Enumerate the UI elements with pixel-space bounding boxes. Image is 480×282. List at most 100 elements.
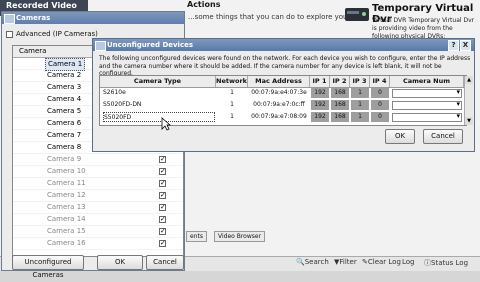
column-header[interactable]: IP 2 (330, 76, 350, 87)
window-icon (95, 41, 106, 51)
unconfigured-cancel-button[interactable]: Cancel (423, 129, 463, 144)
cameras-title-bar[interactable]: Cameras (2, 12, 184, 24)
column-camera: Camera (19, 47, 47, 55)
advanced-label: Advanced (IP Cameras) (16, 30, 98, 38)
cameras-title: Cameras (16, 14, 51, 22)
camera-row[interactable]: Camera 13 (13, 202, 183, 214)
window-icon (4, 14, 15, 24)
network-cell: 1 (230, 101, 234, 108)
column-header[interactable]: IP 4 (370, 76, 390, 87)
ip-octet-input[interactable]: 192 (311, 100, 329, 110)
mac-address-cell: 00:07:9a:e7:08:09 (251, 113, 307, 120)
camera-enabled-checkbox[interactable] (159, 166, 166, 177)
ip-octet-input[interactable]: 192 (311, 112, 329, 122)
camera-name: Camera 13 (47, 203, 86, 211)
camera-enabled-checkbox[interactable] (159, 190, 166, 201)
camera-name: Camera 15 (47, 227, 86, 235)
ip-octet-input[interactable]: 168 (331, 112, 349, 122)
recorded-video-label: Recorded Video (6, 1, 77, 10)
ip-octet-input[interactable]: 1 (351, 88, 369, 98)
camera-enabled-checkbox[interactable] (159, 238, 166, 249)
devices-table-header: Camera Type Network Mac Address IP 1 IP 2 IP … (100, 76, 466, 88)
camera-name: Camera 8 (47, 143, 82, 151)
camera-type-cell: S5020FD-DN (103, 101, 142, 108)
network-cell: 1 (230, 89, 234, 96)
ip-octet-input[interactable]: 0 (371, 100, 389, 110)
network-cell: 1 (230, 113, 234, 120)
ip-octet-input[interactable]: 168 (331, 88, 349, 98)
advanced-checkbox[interactable] (6, 30, 13, 38)
camera-row[interactable]: Camera 15 (13, 226, 183, 238)
camera-name: Camera 6 (47, 119, 82, 127)
cameras-ok-button[interactable]: OK (97, 255, 143, 270)
camera-row[interactable]: Camera 9 (13, 154, 183, 166)
ip-octet-input[interactable]: 0 (371, 88, 389, 98)
camera-type-cell: S2610e (103, 89, 126, 96)
clear-log-button[interactable]: ✎Clear Log (362, 258, 401, 266)
camera-num-select[interactable] (392, 100, 462, 110)
dvr-icon (345, 8, 369, 21)
camera-row[interactable]: Camera 11 (13, 178, 183, 190)
camera-enabled-checkbox[interactable] (159, 178, 166, 189)
camera-name: Camera 4 (47, 95, 82, 103)
scroll-up-icon[interactable]: ▲ (465, 76, 473, 84)
camera-row[interactable]: Camera 16 (13, 238, 183, 250)
actions-title: Actions (187, 0, 221, 9)
camera-row[interactable]: Camera 14 (13, 214, 183, 226)
devices-table: Camera Type Network Mac Address IP 1 IP 2 IP … (99, 75, 473, 126)
camera-name: Camera 3 (47, 83, 82, 91)
camera-name: Camera 12 (47, 191, 86, 199)
scroll-down-icon[interactable]: ▼ (465, 117, 473, 125)
camera-name: Camera 2 (47, 71, 82, 79)
search-button[interactable]: 🔍Search (296, 258, 329, 266)
mouse-cursor-icon (161, 117, 171, 131)
camera-type-cell: S5020FD (103, 112, 215, 122)
help-button[interactable]: ? (448, 40, 459, 51)
search-icon: 🔍 (296, 258, 305, 266)
column-header[interactable]: Camera Num (390, 76, 464, 87)
column-header[interactable]: IP 1 (310, 76, 330, 87)
mac-address-cell: 00:07:9a:e4:07:3e (251, 89, 307, 96)
mac-address-cell: 00:07:9a:e7:0c:ff (253, 101, 305, 108)
camera-row[interactable]: Camera 10 (13, 166, 183, 178)
ip-octet-input[interactable]: 168 (331, 100, 349, 110)
camera-num-select[interactable] (392, 88, 462, 98)
camera-name: Camera 10 (47, 167, 86, 175)
ip-octet-input[interactable]: 0 (371, 112, 389, 122)
camera-name: Camera 7 (47, 131, 82, 139)
camera-name: Camera 9 (47, 155, 82, 163)
advanced-ip-cameras-option[interactable]: Advanced (IP Cameras) (6, 30, 98, 38)
unconfigured-cameras-button[interactable]: Unconfigured Cameras (12, 255, 84, 279)
log-button[interactable]: Log (402, 258, 415, 266)
camera-enabled-checkbox[interactable] (159, 154, 166, 165)
ip-octet-input[interactable]: 1 (351, 112, 369, 122)
status-log-button[interactable]: ⓘStatus Log (424, 258, 468, 268)
tab-video-browser[interactable]: Video Browser (214, 231, 266, 242)
actions-description: ...some things that you can do to explor… (188, 13, 351, 21)
column-header[interactable]: Mac Address (248, 76, 310, 87)
unconfigured-ok-button[interactable]: OK (385, 129, 415, 144)
camera-name: Camera 11 (47, 179, 86, 187)
camera-enabled-checkbox[interactable] (159, 226, 166, 237)
camera-name: Camera 5 (47, 107, 82, 115)
column-header[interactable]: IP 3 (350, 76, 370, 87)
tab-events[interactable]: ents (186, 231, 207, 242)
camera-name: Camera 14 (47, 215, 86, 223)
unconfigured-title-bar[interactable]: Unconfigured Devices ? X (93, 39, 474, 51)
filter-button[interactable]: ▼Filter (334, 258, 357, 266)
column-header[interactable]: Camera Type (100, 76, 216, 87)
unconfigured-title: Unconfigured Devices (107, 41, 194, 49)
camera-num-select[interactable] (392, 112, 462, 122)
camera-name: Camera 16 (47, 239, 86, 247)
close-button[interactable]: X (460, 40, 471, 51)
camera-enabled-checkbox[interactable] (159, 214, 166, 225)
unconfigured-devices-dialog: Unconfigured Devices ? X The following u… (92, 38, 475, 152)
cameras-cancel-button[interactable]: Cancel (146, 255, 184, 270)
camera-enabled-checkbox[interactable] (159, 202, 166, 213)
column-header[interactable]: Network (216, 76, 248, 87)
camera-row[interactable]: Camera 12 (13, 190, 183, 202)
ip-octet-input[interactable]: 1 (351, 100, 369, 110)
ip-octet-input[interactable]: 192 (311, 88, 329, 98)
devices-scrollbar[interactable]: ▲ ▼ (464, 76, 473, 125)
info-icon: ⓘ (424, 259, 431, 267)
